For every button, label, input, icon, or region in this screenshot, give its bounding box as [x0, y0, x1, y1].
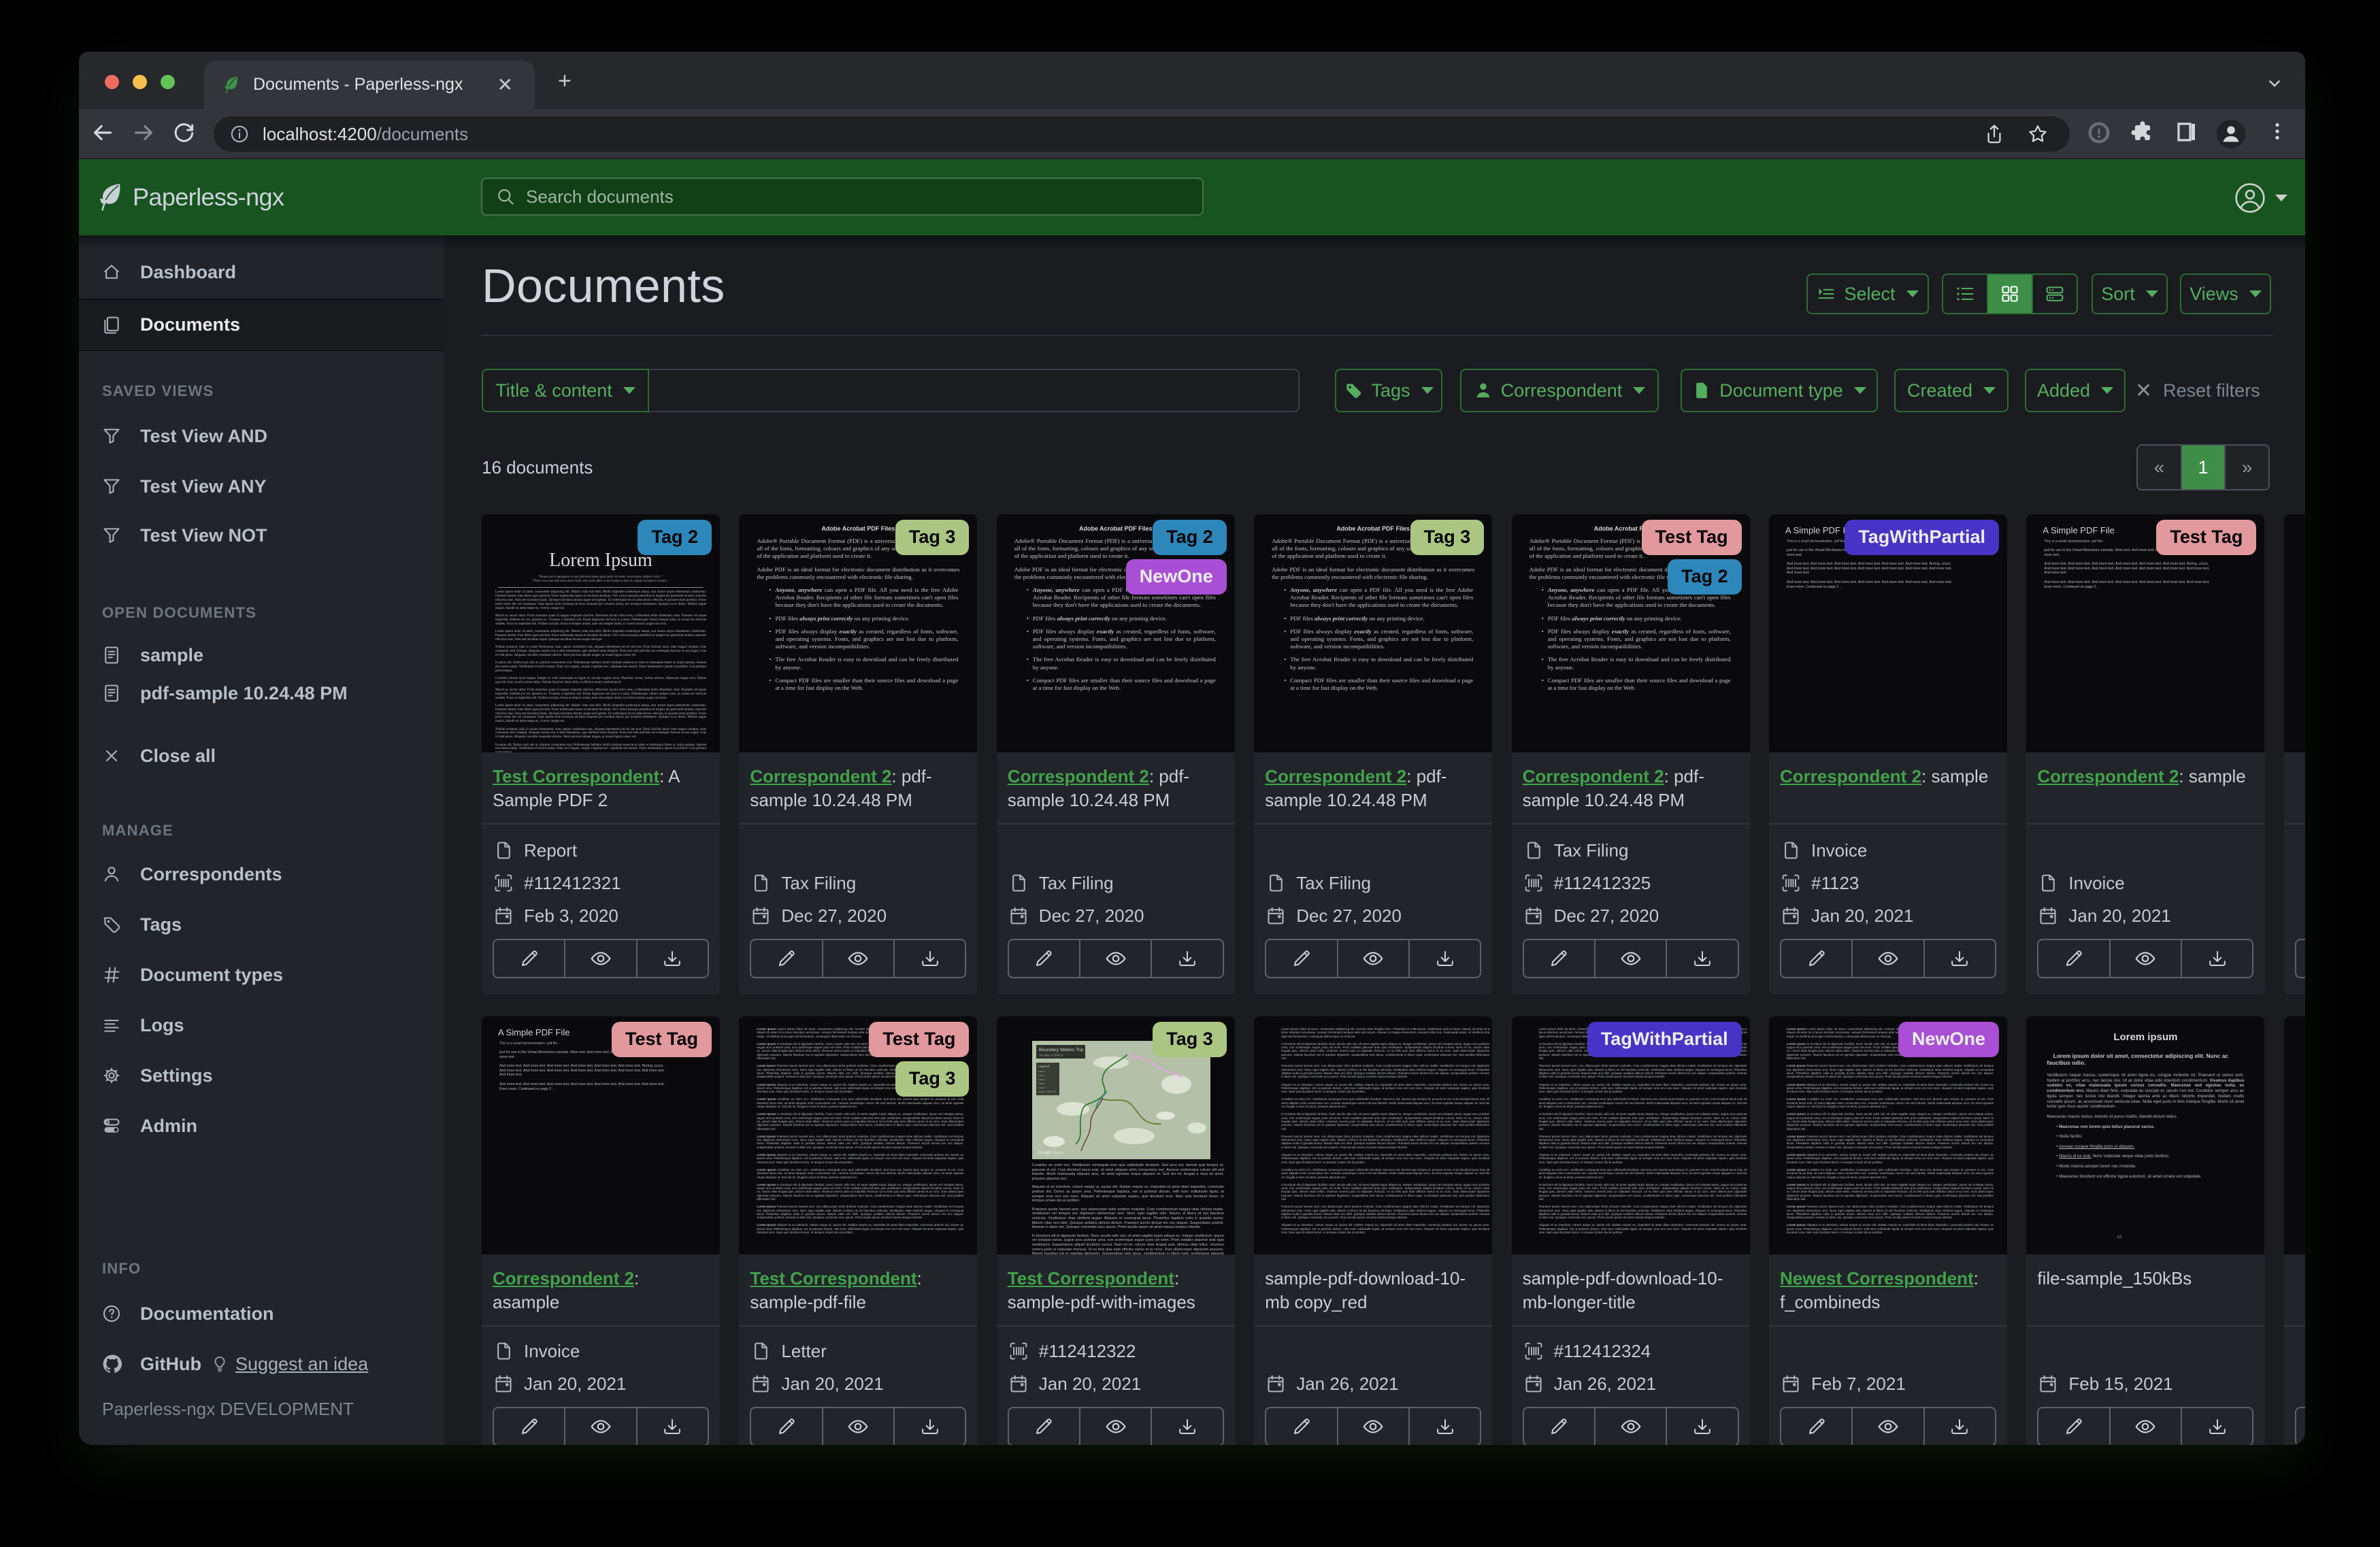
svg-text:Day 1: Day 1 — [1038, 1069, 1046, 1073]
svg-text:Day 4: Day 4 — [1038, 1082, 1046, 1085]
svg-text:Day 3: Day 3 — [1038, 1078, 1046, 1081]
svg-text:Base Point SH: Base Point SH — [1038, 1090, 1056, 1093]
svg-text:Earth: Earth — [1054, 1151, 1063, 1155]
svg-text:Boundary Waters Trip: Boundary Waters Trip — [1039, 1048, 1084, 1052]
svg-text:Legend: Legend — [1038, 1065, 1049, 1069]
svg-text:Six days in BWCA: Six days in BWCA — [1039, 1054, 1063, 1057]
svg-text:Day 5: Day 5 — [1038, 1086, 1046, 1089]
svg-text:Day 2: Day 2 — [1038, 1074, 1046, 1077]
svg-text:Google: Google — [1038, 1150, 1053, 1155]
